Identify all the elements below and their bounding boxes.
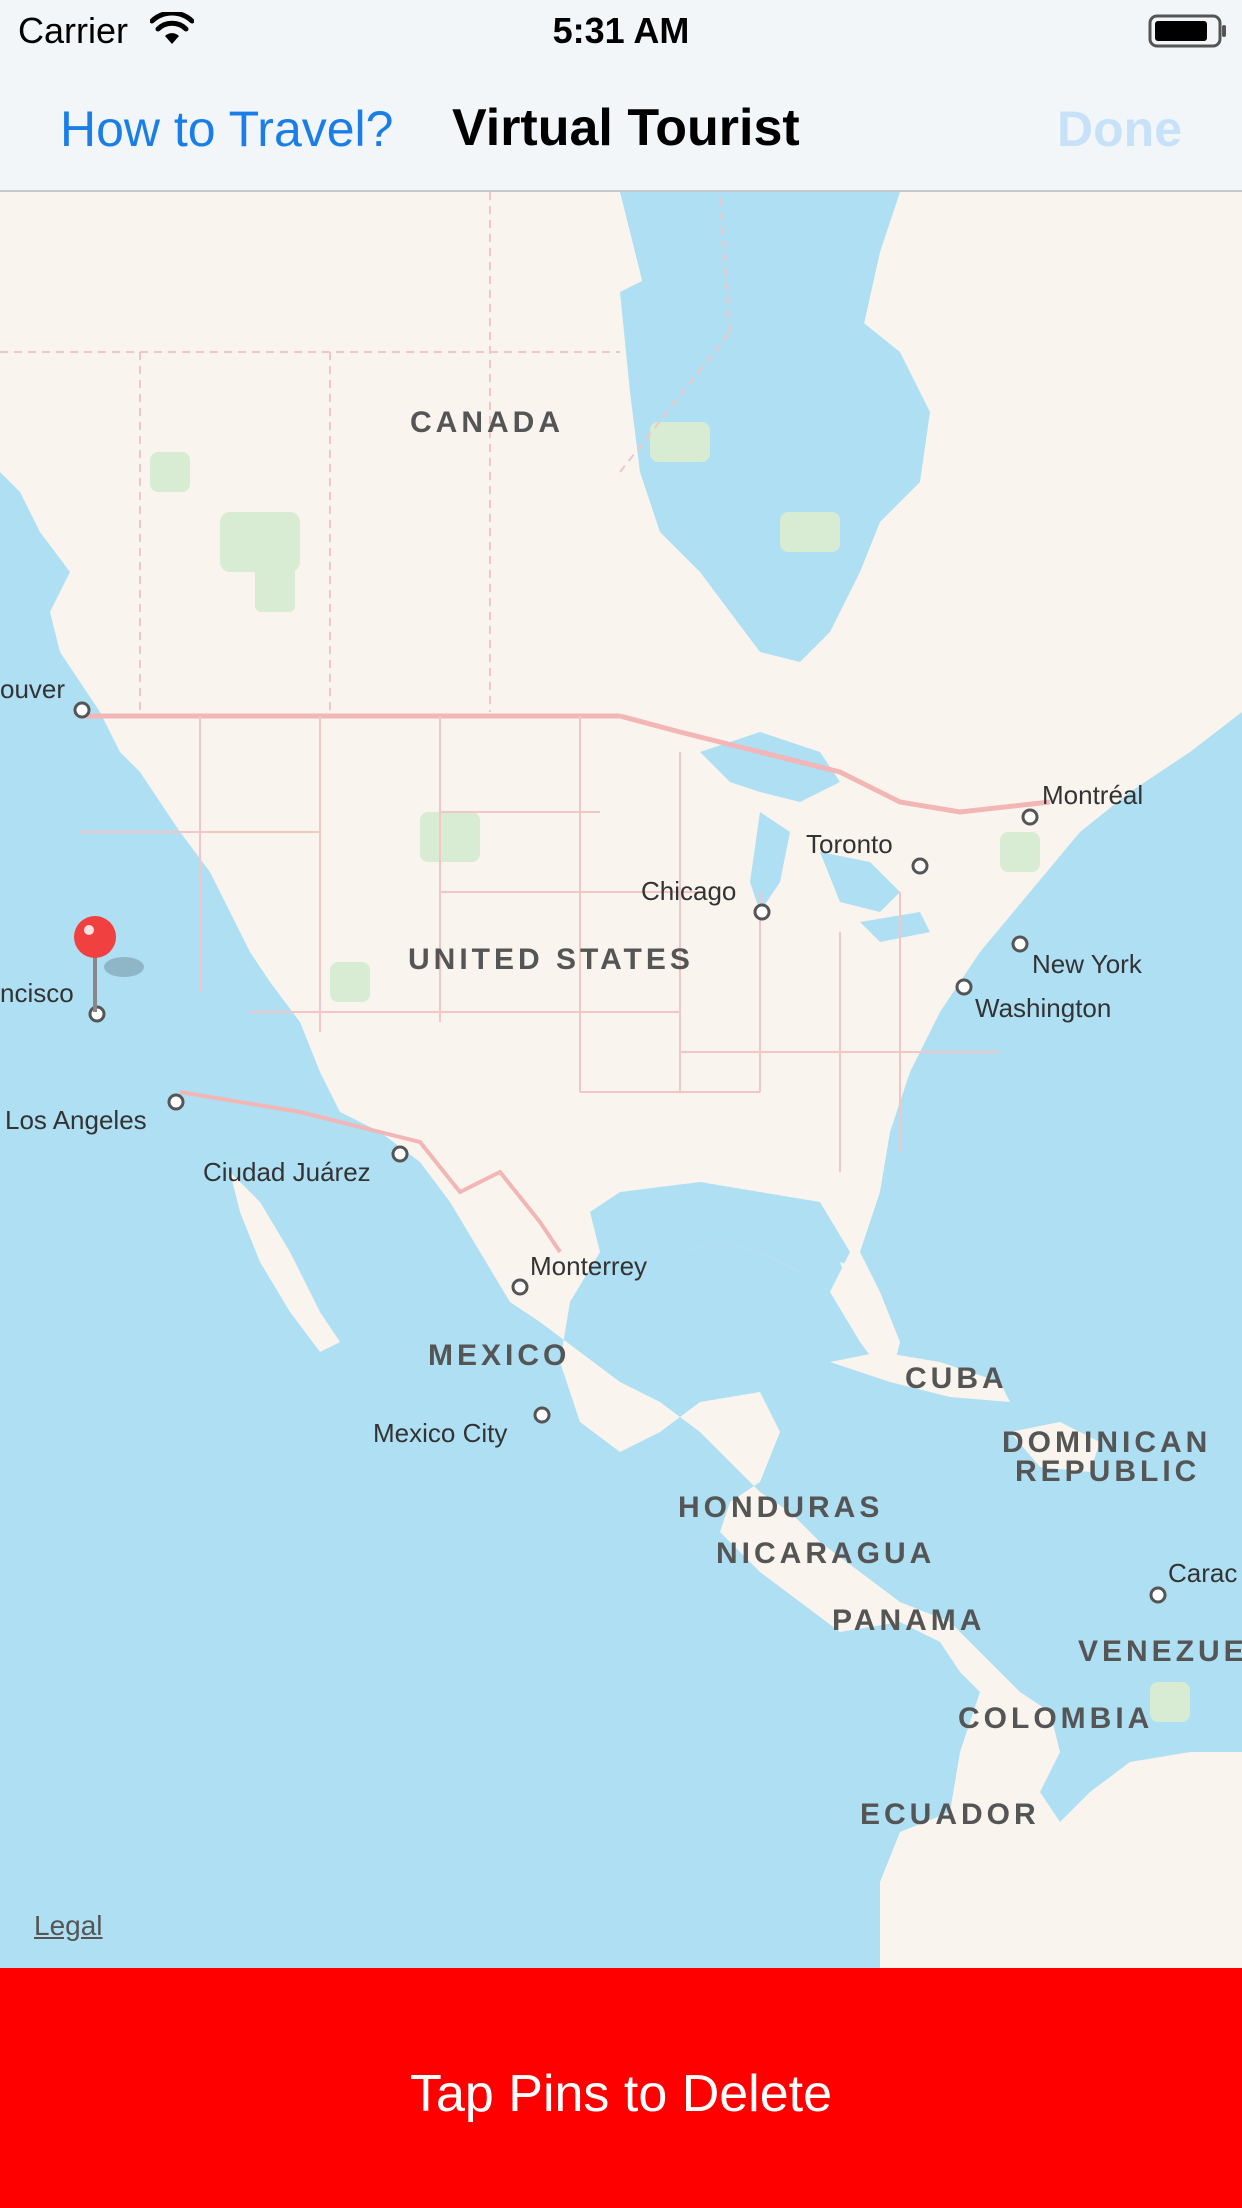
status-bar: Carrier 5:31 AM xyxy=(0,0,1242,62)
how-to-travel-button[interactable]: How to Travel? xyxy=(60,100,393,158)
label-los-angeles: Los Angeles xyxy=(5,1105,147,1135)
label-montreal: Montréal xyxy=(1042,780,1143,810)
page-title: Virtual Tourist xyxy=(452,99,800,157)
label-san-francisco: ncisco xyxy=(0,978,74,1008)
label-chicago: Chicago xyxy=(641,876,736,906)
map-canvas[interactable]: CANADA UNITED STATES MEXICO CUBA DOMINIC… xyxy=(0,192,1242,1968)
map-view[interactable]: CANADA UNITED STATES MEXICO CUBA DOMINIC… xyxy=(0,192,1242,1968)
label-cuba: CUBA xyxy=(905,1362,1008,1395)
clock: 5:31 AM xyxy=(552,10,690,51)
delete-pins-label: Tap Pins to Delete xyxy=(409,2065,833,2123)
label-ciudad-juarez: Ciudad Juárez xyxy=(203,1157,371,1187)
label-united-states: UNITED STATES xyxy=(408,943,694,976)
map-pin[interactable] xyxy=(74,916,144,1012)
delete-pins-banner: Tap Pins to Delete xyxy=(0,1968,1242,2208)
navigation-bar: How to Travel? Virtual Tourist Done xyxy=(0,62,1242,192)
label-republic: REPUBLIC xyxy=(1015,1455,1200,1488)
label-nicaragua: NICARAGUA xyxy=(716,1537,935,1570)
label-venezuela: VENEZUEL xyxy=(1078,1635,1242,1668)
label-panama: PANAMA xyxy=(832,1604,985,1637)
label-canada: CANADA xyxy=(410,406,564,439)
label-mexico: MEXICO xyxy=(428,1339,570,1372)
label-mexico-city: Mexico City xyxy=(373,1418,507,1448)
label-honduras: HONDURAS xyxy=(678,1491,883,1524)
legal-link[interactable]: Legal xyxy=(34,1910,103,1942)
label-new-york: New York xyxy=(1032,949,1143,979)
label-ecuador: ECUADOR xyxy=(860,1798,1040,1831)
label-caracas: Carac xyxy=(1168,1558,1237,1588)
baja-california xyxy=(230,1172,340,1352)
label-washington: Washington xyxy=(975,993,1111,1023)
label-monterrey: Monterrey xyxy=(530,1251,647,1281)
label-toronto: Toronto xyxy=(806,829,893,859)
battery-icon xyxy=(1148,14,1228,53)
done-button[interactable]: Done xyxy=(1057,100,1182,158)
label-vancouver: ouver xyxy=(0,674,65,704)
label-colombia: COLOMBIA xyxy=(958,1702,1153,1735)
